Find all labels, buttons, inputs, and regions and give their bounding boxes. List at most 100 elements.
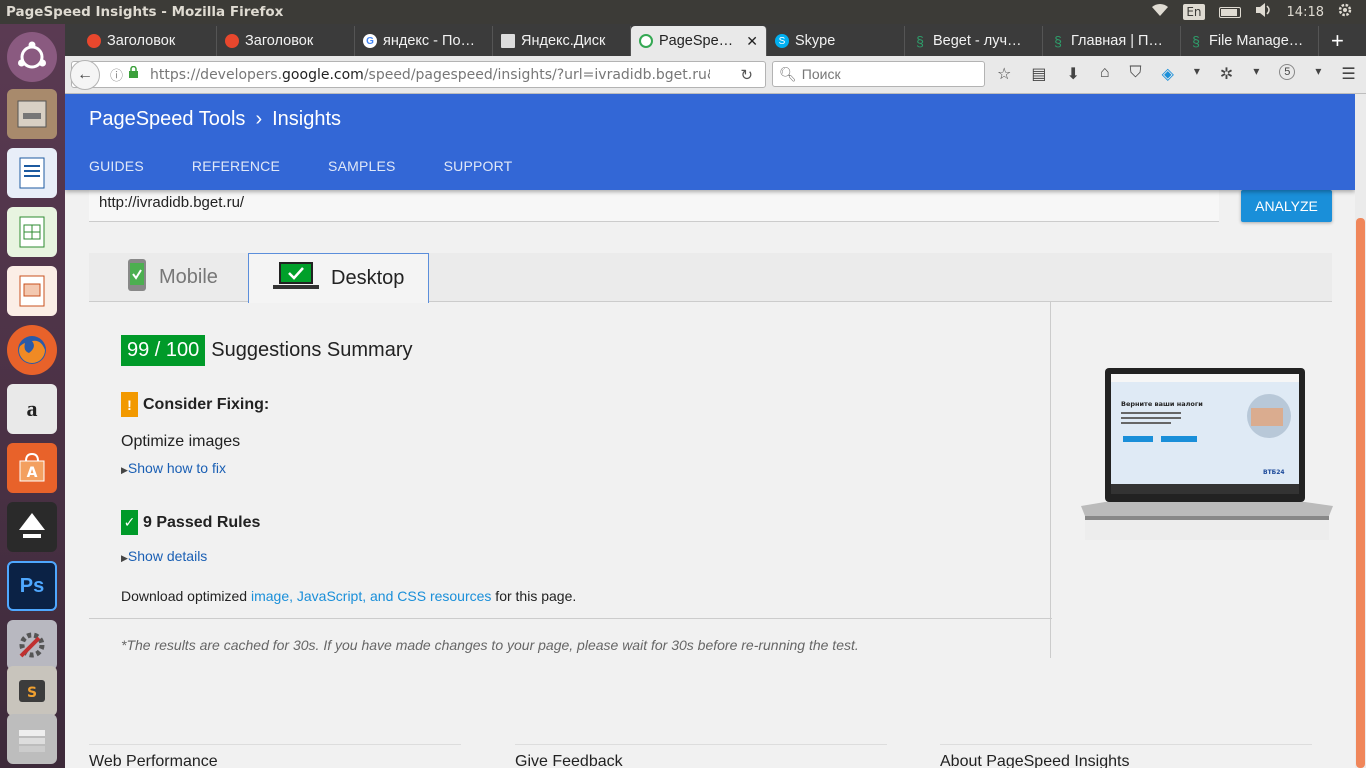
browser-tab[interactable]: G яндекс - По…: [355, 26, 493, 56]
files-icon[interactable]: [7, 89, 57, 139]
browser-tab[interactable]: § Beget - луч…: [905, 26, 1043, 56]
addon-bug-icon[interactable]: ✲: [1220, 64, 1233, 84]
warning-icon: !: [121, 392, 138, 417]
browser-tab[interactable]: Яндекс.Диск: [493, 26, 631, 56]
libreoffice-calc-icon[interactable]: [7, 207, 57, 257]
addon-icon[interactable]: ◈: [1162, 64, 1174, 84]
browser-tab[interactable]: § File Manage…: [1181, 26, 1319, 56]
passed-rules-header: ✓ 9 Passed Rules: [121, 510, 260, 535]
wifi-icon[interactable]: [1151, 3, 1169, 21]
hamburger-menu-icon[interactable]: ☰: [1341, 64, 1355, 84]
bookmark-star-icon[interactable]: ☆: [997, 64, 1011, 84]
footer-about[interactable]: About PageSpeed Insights: [940, 744, 1312, 768]
browser-tab[interactable]: S Skype: [767, 26, 905, 56]
system-top-bar: PageSpeed Insights - Mozilla Firefox En …: [0, 0, 1366, 24]
browser-tab[interactable]: § Главная | П…: [1043, 26, 1181, 56]
firefox-icon[interactable]: [7, 325, 57, 375]
consider-fixing-header: ! Consider Fixing:: [121, 392, 269, 417]
desktop-preview-screenshot: Верните ваши налоги ВТБ24: [1081, 366, 1333, 546]
google-favicon-icon: G: [363, 34, 377, 48]
chevron-down-icon[interactable]: ▾: [1253, 64, 1259, 84]
info-icon[interactable]: ⓘ: [110, 65, 123, 84]
reading-list-icon[interactable]: ▤: [1031, 64, 1046, 84]
svg-text:A: A: [27, 465, 38, 481]
nav-guides[interactable]: GUIDES: [89, 158, 144, 174]
search-input[interactable]: 🔍︎ Поиск: [772, 61, 985, 87]
chevron-down-icon[interactable]: ▾: [1315, 64, 1321, 84]
beget-favicon-icon: §: [916, 33, 924, 49]
system-indicators: En 14:18: [1151, 3, 1366, 21]
volume-icon[interactable]: [1255, 3, 1273, 21]
brand-link[interactable]: PageSpeed Tools: [89, 108, 245, 131]
unity-launcher: a A Ps S: [0, 24, 65, 768]
scrollbar-thumb[interactable]: [1356, 218, 1365, 768]
amazon-icon[interactable]: a: [7, 384, 57, 434]
check-icon: ✓: [121, 510, 138, 535]
nav-support[interactable]: SUPPORT: [444, 158, 513, 174]
ubuntu-dash-icon[interactable]: [7, 32, 57, 82]
mobile-phone-icon: [127, 258, 147, 298]
home-icon[interactable]: ⌂: [1100, 64, 1110, 84]
keyboard-layout-indicator[interactable]: En: [1183, 4, 1205, 20]
addon-badge[interactable]: 5: [1279, 64, 1296, 80]
url-bar[interactable]: ← ⓘ https://developers.google.com/speed/…: [70, 60, 766, 90]
preview-headline: Верните ваши налоги: [1121, 400, 1203, 408]
back-arrow-icon[interactable]: ←: [70, 60, 100, 90]
tab-label: Заголовок: [107, 33, 176, 49]
footer-give-feedback[interactable]: Give Feedback: [515, 744, 887, 768]
tab-favicon-icon: [225, 34, 239, 48]
download-resources-link[interactable]: image, JavaScript, and CSS resources: [251, 588, 491, 604]
tab-label: Mobile: [159, 266, 218, 288]
sublime-text-icon[interactable]: S: [7, 666, 57, 716]
browser-tab[interactable]: Заголовок: [217, 26, 355, 56]
section-title: 9 Passed Rules: [143, 513, 261, 531]
analyze-button[interactable]: ANALYZE: [1241, 190, 1332, 222]
photoshop-icon[interactable]: Ps: [7, 561, 57, 611]
beget-favicon-icon: §: [1192, 33, 1200, 49]
inkscape-icon[interactable]: [7, 502, 57, 552]
lock-icon[interactable]: [128, 65, 139, 83]
page-scrollbar[interactable]: [1355, 94, 1366, 768]
pocket-icon[interactable]: ⛉: [1130, 64, 1142, 84]
system-settings-icon[interactable]: [7, 620, 57, 670]
footer: Web Performance Give Feedback About Page…: [89, 744, 1332, 768]
tab-mobile[interactable]: Mobile: [103, 253, 242, 302]
stacked-windows-icon[interactable]: [7, 714, 57, 764]
download-icon[interactable]: ⬇: [1066, 64, 1079, 84]
browser-tab-active[interactable]: PageSpe… ✕: [631, 26, 767, 56]
page-title: Insights: [272, 108, 342, 130]
search-icon: 🔍︎: [779, 65, 797, 82]
battery-icon[interactable]: [1218, 6, 1241, 18]
close-tab-icon[interactable]: ✕: [746, 33, 758, 50]
clock[interactable]: 14:18: [1287, 5, 1324, 20]
footer-web-performance[interactable]: Web Performance: [89, 744, 461, 768]
link-label: Show how to fix: [127, 460, 226, 476]
gear-icon[interactable]: [1338, 3, 1352, 21]
libreoffice-impress-icon[interactable]: [7, 266, 57, 316]
analyze-url-input[interactable]: http://ivradidb.bget.ru/: [89, 190, 1219, 222]
pagespeed-header: PageSpeed Tools › Insights GUIDES REFERE…: [65, 94, 1355, 190]
reload-icon[interactable]: ↻: [740, 66, 765, 84]
svg-text:S: S: [27, 685, 37, 701]
results-panel: 99 / 100 Suggestions Summary ! Consider …: [89, 302, 1051, 658]
tab-desktop[interactable]: Desktop: [248, 253, 430, 303]
pagespeed-favicon-icon: [639, 34, 653, 48]
nav-reference[interactable]: REFERENCE: [192, 158, 280, 174]
download-prefix: Download optimized: [121, 588, 251, 604]
rule-optimize-images: Optimize images: [121, 433, 241, 450]
browser-tab[interactable]: Заголовок: [79, 26, 217, 56]
show-details-link[interactable]: ▶Show details: [121, 548, 207, 564]
tab-label: яндекс - По…: [383, 33, 476, 49]
document-favicon-icon: [501, 34, 515, 48]
tab-label: Заголовок: [245, 33, 314, 49]
section-title: Consider Fixing:: [143, 395, 270, 413]
libreoffice-writer-icon[interactable]: [7, 148, 57, 198]
chevron-down-icon[interactable]: ▾: [1194, 64, 1200, 84]
tab-label: Яндекс.Диск: [521, 33, 606, 49]
new-tab-button[interactable]: +: [1319, 26, 1356, 56]
software-center-icon[interactable]: A: [7, 443, 57, 493]
show-how-to-fix-link[interactable]: ▶Show how to fix: [121, 460, 226, 476]
nav-samples[interactable]: SAMPLES: [328, 158, 396, 174]
skype-favicon-icon: S: [775, 34, 789, 48]
browser-nav-bar: ← ⓘ https://developers.google.com/speed/…: [65, 56, 1366, 94]
